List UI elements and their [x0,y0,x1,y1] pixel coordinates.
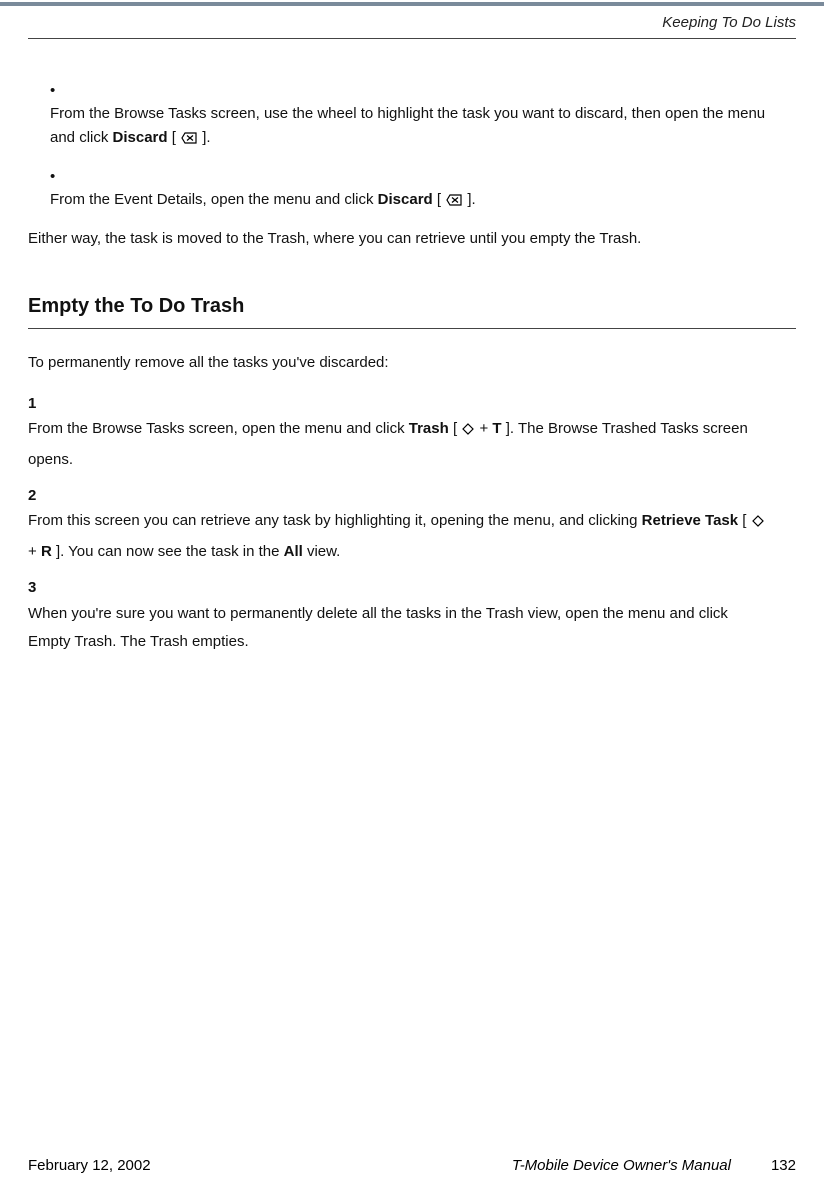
step-item: 2 From this screen you can retrieve any … [28,484,796,566]
step2-plus: + [28,543,41,560]
footer-page-number: 132 [771,1157,796,1174]
step3-text: When you're sure you want to permanently… [28,605,728,651]
step1-text-a: From the Browse Tasks screen, open the m… [28,420,409,437]
bullet2-bracket-open: [ [433,191,446,208]
header-section-title: Keeping To Do Lists [662,14,796,31]
step2-text-h: view. [303,543,341,560]
bullet2-bracket-close: ]. [463,191,476,208]
bullet1-discard-label: Discard [113,129,168,146]
step-number: 1 [28,392,52,415]
section-heading: Empty the To Do Trash [28,291,796,329]
step2-key-r: R [41,543,52,560]
step-item: 1 From the Browse Tasks screen, open the… [28,392,796,474]
step2-text-f: ]. You can now see the task in the [52,543,284,560]
step-number: 2 [28,484,52,507]
step1-bracket-open: [ [449,420,462,437]
bullet-dot-icon: • [50,165,64,188]
bullet1-bracket-close: ]. [198,129,211,146]
footer-manual-title: T-Mobile Device Owner's Manual [512,1157,731,1174]
step2-retrieve-label: Retrieve Task [642,512,738,529]
section-intro: To permanently remove all the tasks you'… [28,351,796,374]
delete-x-icon [181,128,197,151]
step1-key-t: T [492,420,501,437]
closing-paragraph: Either way, the task is moved to the Tra… [28,227,796,250]
bullet2-text-a: From the Event Details, open the menu an… [50,191,378,208]
diamond-icon [462,417,474,446]
step2-bracket-open: [ [738,512,751,529]
bullet-item: • From the Event Details, open the menu … [50,165,796,214]
step-item: 3 When you're sure you want to permanent… [28,576,796,656]
bullet-item: • From the Browse Tasks screen, use the … [50,79,796,151]
bullet-dot-icon: • [50,79,64,102]
diamond-icon [752,509,764,538]
delete-x-icon [446,190,462,213]
step1-plus: + [475,420,492,437]
step-number: 3 [28,576,52,599]
step2-all-label: All [284,543,303,560]
step2-text-a: From this screen you can retrieve any ta… [28,512,642,529]
bullet1-bracket-open: [ [168,129,181,146]
footer-date: February 12, 2002 [28,1157,151,1174]
bullet2-discard-label: Discard [378,191,433,208]
step1-trash-label: Trash [409,420,449,437]
